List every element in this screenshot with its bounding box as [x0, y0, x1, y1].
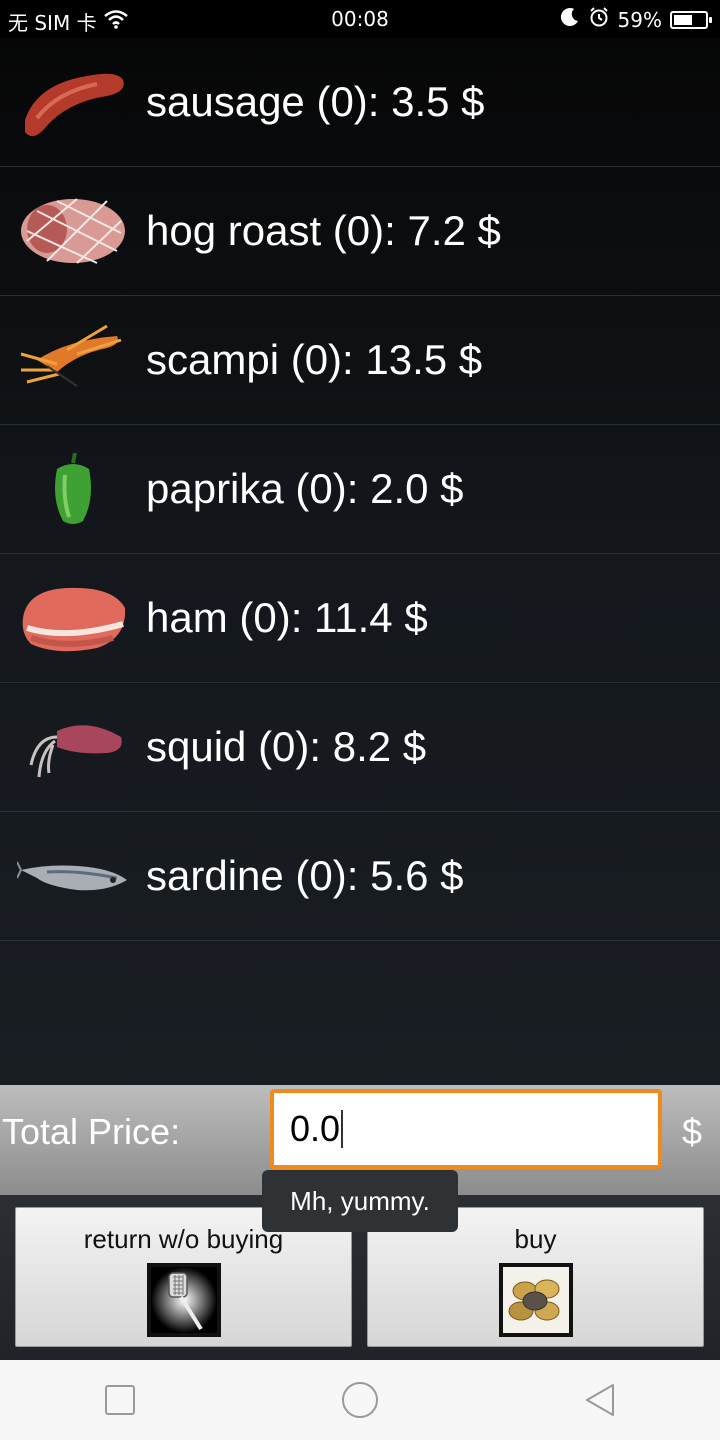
triangle-back-icon — [586, 1384, 614, 1416]
total-price-value: 0.0 — [290, 1108, 341, 1149]
home-button[interactable] — [330, 1370, 390, 1430]
scampi-icon — [0, 296, 146, 425]
battery-icon — [670, 10, 712, 29]
status-right: 59% — [560, 6, 712, 33]
total-price-field[interactable]: 0.0 — [270, 1089, 662, 1169]
paprika-icon — [0, 425, 146, 554]
item-label: hog roast (0): 7.2 $ — [146, 207, 501, 254]
circle-icon — [342, 1382, 378, 1418]
list-item-hog-roast[interactable]: hog roast (0): 7.2 $ — [0, 167, 720, 296]
fly-swatter-icon — [146, 1263, 221, 1337]
sardine-icon — [0, 812, 146, 941]
moon-icon — [560, 7, 580, 32]
list-item-ham[interactable]: ham (0): 11.4 $ — [0, 554, 720, 683]
sausage-icon — [0, 38, 146, 167]
status-bar: 无 SIM 卡 00:08 59% — [0, 0, 720, 38]
text-caret — [341, 1110, 344, 1148]
product-list: sausage (0): 3.5 $ hog roast (0): 7.2 $ … — [0, 38, 720, 941]
item-label: sausage (0): 3.5 $ — [146, 78, 485, 125]
list-item-sausage[interactable]: sausage (0): 3.5 $ — [0, 38, 720, 167]
toast-message: Mh, yummy. — [262, 1170, 458, 1232]
return-button-label: return w/o buying — [83, 1224, 284, 1254]
item-label: paprika (0): 2.0 $ — [146, 465, 464, 512]
back-button[interactable] — [570, 1370, 630, 1430]
buy-button-label: buy — [514, 1224, 557, 1254]
item-label: sardine (0): 5.6 $ — [146, 852, 464, 899]
list-item-squid[interactable]: squid (0): 8.2 $ — [0, 683, 720, 812]
list-item-paprika[interactable]: paprika (0): 2.0 $ — [0, 425, 720, 554]
list-item-sardine[interactable]: sardine (0): 5.6 $ — [0, 812, 720, 941]
total-price-label: Total Price: — [2, 1111, 181, 1152]
item-label: scampi (0): 13.5 $ — [146, 336, 483, 383]
ham-icon — [0, 554, 146, 683]
list-item-scampi[interactable]: scampi (0): 13.5 $ — [0, 296, 720, 425]
item-label: ham (0): 11.4 $ — [146, 594, 428, 641]
item-label: squid (0): 8.2 $ — [146, 723, 427, 770]
hog-roast-icon — [0, 167, 146, 296]
square-icon — [105, 1385, 135, 1415]
recent-apps-button[interactable] — [90, 1370, 150, 1430]
squid-icon — [0, 683, 146, 812]
navigation-bar — [0, 1360, 720, 1440]
battery-text: 59% — [617, 7, 662, 32]
coins-icon — [498, 1263, 573, 1337]
currency-label: $ — [682, 1111, 703, 1152]
alarm-icon — [588, 6, 610, 33]
